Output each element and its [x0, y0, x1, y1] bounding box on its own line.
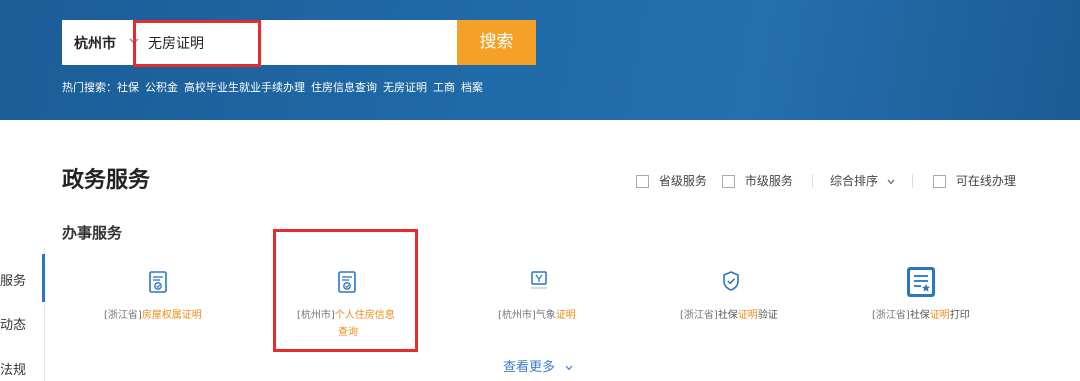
filter-city[interactable]: 市级服务 — [722, 172, 793, 189]
service-card[interactable]: [浙江省]社保证明验证 — [662, 268, 802, 328]
service-card[interactable]: [浙江省]社保证明打印 — [858, 266, 988, 328]
checkbox-icon[interactable] — [722, 175, 735, 188]
left-nav-item[interactable]: 法规 — [0, 359, 26, 378]
checkbox-icon[interactable] — [636, 175, 649, 188]
chevron-down-icon — [565, 365, 573, 370]
active-indicator — [42, 254, 45, 302]
hot-search-item[interactable]: 社保 — [117, 81, 139, 94]
filter-province[interactable]: 省级服务 — [636, 172, 707, 189]
print-document-icon — [907, 267, 935, 297]
service-card[interactable]: [杭州市]气象证明 — [478, 268, 608, 328]
left-nav: 服务 动态 法规 — [0, 248, 45, 381]
service-label: [浙江省]社保证明验证 — [680, 310, 778, 321]
left-nav-item[interactable]: 动态 — [0, 314, 26, 333]
subsection-title: 办事服务 — [62, 224, 123, 242]
sort-dropdown[interactable]: 综合排序 — [830, 172, 896, 189]
search-button[interactable]: 搜索 — [457, 20, 536, 65]
hot-search-item[interactable]: 高校毕业生就业手续办理 — [184, 81, 305, 94]
filter-online[interactable]: 可在线办理 — [933, 172, 1016, 189]
service-label: [浙江省]社保证明打印 — [872, 310, 970, 321]
weather-certificate-icon — [531, 271, 547, 289]
left-nav-item[interactable]: 服务 — [0, 270, 26, 289]
divider — [912, 174, 913, 188]
divider — [812, 174, 813, 188]
view-more-link[interactable]: 查看更多 — [503, 356, 574, 375]
hot-search-item[interactable]: 档案 — [461, 81, 483, 94]
hot-search-item[interactable]: 工商 — [433, 81, 455, 94]
service-card[interactable]: [浙江省]房屋权属证明 — [90, 268, 225, 328]
hot-search-item[interactable]: 住房信息查询 — [311, 81, 377, 94]
hot-search-item[interactable]: 无房证明 — [383, 81, 427, 94]
hot-search-label: 热门搜索： — [62, 81, 117, 94]
document-badge-icon — [149, 271, 167, 293]
city-selector[interactable]: 杭州市 — [74, 33, 116, 53]
service-label: [杭州市]气象证明 — [498, 310, 576, 321]
hot-search-item[interactable]: 公积金 — [145, 81, 178, 94]
checkbox-icon[interactable] — [933, 175, 946, 188]
chevron-down-icon — [887, 179, 895, 184]
filter-bar: 省级服务 市级服务 综合排序 可在线办理 — [0, 172, 1080, 192]
highlight-box-card — [273, 229, 418, 352]
shield-check-icon — [723, 271, 739, 291]
highlight-box-search — [133, 20, 261, 67]
service-label: [浙江省]房屋权属证明 — [104, 310, 202, 321]
hot-searches: 热门搜索：社保 公积金 高校毕业生就业手续办理 住房信息查询 无房证明 工商 档案 — [62, 79, 489, 95]
